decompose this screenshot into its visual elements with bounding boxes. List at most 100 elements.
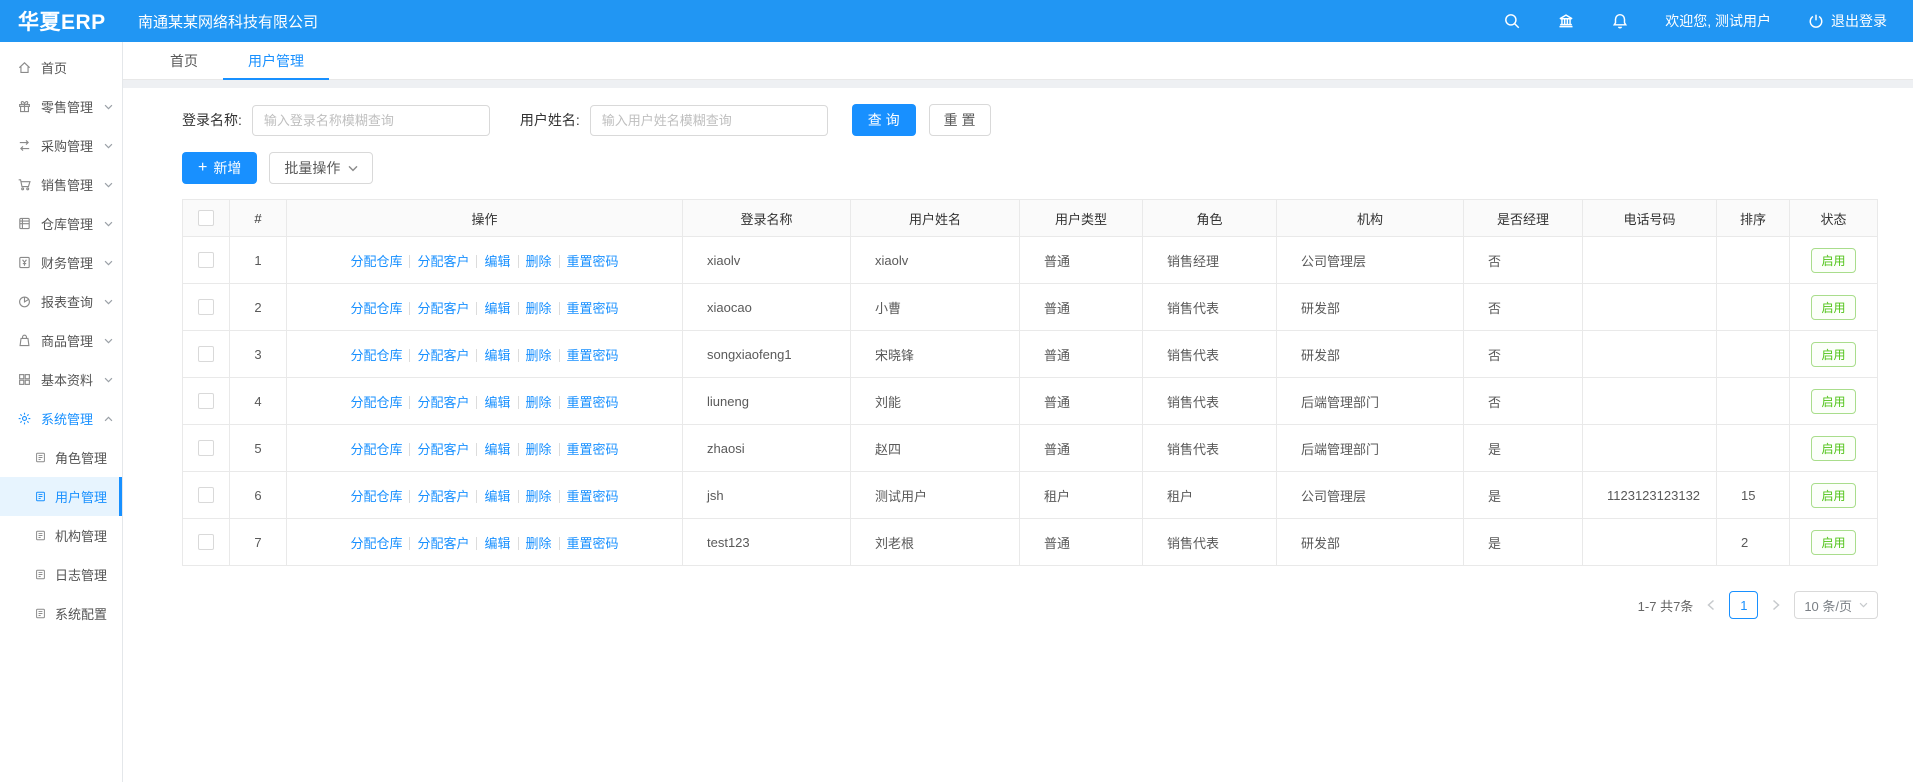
sidebar-item-basic[interactable]: 基本资料 <box>0 360 122 399</box>
prev-page-icon[interactable] <box>1706 599 1716 611</box>
chevron-down-icon <box>104 260 113 266</box>
op-assign-warehouse-link[interactable]: 分配仓库 <box>350 348 402 363</box>
op-assign-customer-link[interactable]: 分配客户 <box>417 348 469 363</box>
batch-operation-button[interactable]: 批量操作 <box>269 152 373 184</box>
sidebar-subitem-label: 用户管理 <box>55 487 107 506</box>
cell-phone <box>1583 284 1717 331</box>
op-divider <box>518 396 519 409</box>
page-size-select[interactable]: 10 条/页 <box>1794 591 1878 619</box>
page-number[interactable]: 1 <box>1729 591 1758 619</box>
sidebar-item-sale[interactable]: 销售管理 <box>0 165 122 204</box>
chevron-up-icon <box>104 416 113 422</box>
tab-user-management[interactable]: 用户管理 <box>223 42 329 79</box>
chevron-down-icon <box>104 377 113 383</box>
sidebar-subitem-log[interactable]: 日志管理 <box>0 555 122 594</box>
cell-org: 研发部 <box>1277 519 1464 566</box>
cell-status: 启用 <box>1790 425 1878 472</box>
cell-status: 启用 <box>1790 331 1878 378</box>
sidebar-item-warehouse[interactable]: 仓库管理 <box>0 204 122 243</box>
op-assign-warehouse-link[interactable]: 分配仓库 <box>350 489 402 504</box>
chevron-down-icon <box>1859 602 1868 608</box>
reset-button[interactable]: 重 置 <box>929 104 991 136</box>
op-divider <box>409 490 410 503</box>
sidebar-menu: 首页零售管理采购管理销售管理仓库管理财务管理报表查询商品管理基本资料系统管理角色… <box>0 42 123 782</box>
op-delete-link[interactable]: 删除 <box>526 536 552 551</box>
op-delete-link[interactable]: 删除 <box>526 301 552 316</box>
bank-icon[interactable] <box>1557 12 1575 30</box>
op-assign-customer-link[interactable]: 分配客户 <box>417 301 469 316</box>
row-operations: 分配仓库分配客户编辑 删除重置密码 <box>287 284 683 331</box>
query-button[interactable]: 查 询 <box>852 104 916 136</box>
op-edit-link[interactable]: 编辑 <box>484 348 510 363</box>
chevron-down-icon <box>104 182 113 188</box>
bell-icon[interactable] <box>1611 12 1629 30</box>
op-assign-warehouse-link[interactable]: 分配仓库 <box>350 536 402 551</box>
sidebar-item-report[interactable]: 报表查询 <box>0 282 122 321</box>
tab-home[interactable]: 首页 <box>145 42 223 79</box>
row-checkbox[interactable] <box>198 393 214 409</box>
op-edit-link[interactable]: 编辑 <box>484 254 510 269</box>
cell-phone <box>1583 378 1717 425</box>
op-assign-customer-link[interactable]: 分配客户 <box>417 536 469 551</box>
op-edit-link[interactable]: 编辑 <box>484 442 510 457</box>
op-delete-link[interactable]: 删除 <box>526 489 552 504</box>
cell-user-type: 普通 <box>1020 331 1143 378</box>
next-page-icon[interactable] <box>1771 599 1781 611</box>
op-delete-link[interactable]: 删除 <box>526 442 552 457</box>
sidebar-item-label: 财务管理 <box>41 253 93 272</box>
op-assign-customer-link[interactable]: 分配客户 <box>417 395 469 410</box>
op-assign-warehouse-link[interactable]: 分配仓库 <box>350 395 402 410</box>
op-assign-warehouse-link[interactable]: 分配仓库 <box>350 254 402 269</box>
op-reset-password-link[interactable]: 重置密码 <box>567 348 619 363</box>
op-assign-warehouse-link[interactable]: 分配仓库 <box>350 442 402 457</box>
sidebar-subitem-config[interactable]: 系统配置 <box>0 594 122 633</box>
search-icon[interactable] <box>1503 12 1521 30</box>
company-name: 南通某某网络科技有限公司 <box>138 11 318 32</box>
op-assign-customer-link[interactable]: 分配客户 <box>417 489 469 504</box>
row-checkbox[interactable] <box>198 299 214 315</box>
op-assign-customer-link[interactable]: 分配客户 <box>417 254 469 269</box>
sidebar-subitem-role[interactable]: 角色管理 <box>0 438 122 477</box>
login-name-input[interactable] <box>252 105 490 136</box>
column-header: 是否经理 <box>1464 200 1583 237</box>
sidebar-item-purchase[interactable]: 采购管理 <box>0 126 122 165</box>
op-reset-password-link[interactable]: 重置密码 <box>567 489 619 504</box>
row-checkbox[interactable] <box>198 440 214 456</box>
op-edit-link[interactable]: 编辑 <box>484 301 510 316</box>
op-reset-password-link[interactable]: 重置密码 <box>567 442 619 457</box>
cell-user-name: 宋晓锋 <box>851 331 1020 378</box>
row-operations: 分配仓库分配客户编辑 删除重置密码 <box>287 378 683 425</box>
user-name-input[interactable] <box>590 105 828 136</box>
op-delete-link[interactable]: 删除 <box>526 254 552 269</box>
sidebar-item-label: 仓库管理 <box>41 214 93 233</box>
sidebar-item-retail[interactable]: 零售管理 <box>0 87 122 126</box>
op-assign-warehouse-link[interactable]: 分配仓库 <box>350 301 402 316</box>
op-reset-password-link[interactable]: 重置密码 <box>567 254 619 269</box>
op-reset-password-link[interactable]: 重置密码 <box>567 536 619 551</box>
cell-role: 销售代表 <box>1143 284 1277 331</box>
op-reset-password-link[interactable]: 重置密码 <box>567 395 619 410</box>
sidebar-item-system[interactable]: 系统管理 <box>0 399 122 438</box>
op-edit-link[interactable]: 编辑 <box>484 536 510 551</box>
row-checkbox[interactable] <box>198 252 214 268</box>
op-delete-link[interactable]: 删除 <box>526 348 552 363</box>
logout-button[interactable]: 退出登录 <box>1807 11 1887 31</box>
op-reset-password-link[interactable]: 重置密码 <box>567 301 619 316</box>
op-delete-link[interactable]: 删除 <box>526 395 552 410</box>
sidebar-item-home[interactable]: 首页 <box>0 48 122 87</box>
sidebar-subitem-user[interactable]: 用户管理 <box>0 477 122 516</box>
select-all-checkbox[interactable] <box>198 210 214 226</box>
row-checkbox[interactable] <box>198 346 214 362</box>
sidebar-subitem-org[interactable]: 机构管理 <box>0 516 122 555</box>
cell-login-name: zhaosi <box>683 425 851 472</box>
sidebar-item-finance[interactable]: 财务管理 <box>0 243 122 282</box>
status-badge: 启用 <box>1811 483 1855 508</box>
op-divider <box>476 255 477 268</box>
op-assign-customer-link[interactable]: 分配客户 <box>417 442 469 457</box>
op-edit-link[interactable]: 编辑 <box>484 395 510 410</box>
op-edit-link[interactable]: 编辑 <box>484 489 510 504</box>
add-button[interactable]: + 新增 <box>182 152 257 184</box>
row-checkbox[interactable] <box>198 487 214 503</box>
row-checkbox[interactable] <box>198 534 214 550</box>
sidebar-item-goods[interactable]: 商品管理 <box>0 321 122 360</box>
